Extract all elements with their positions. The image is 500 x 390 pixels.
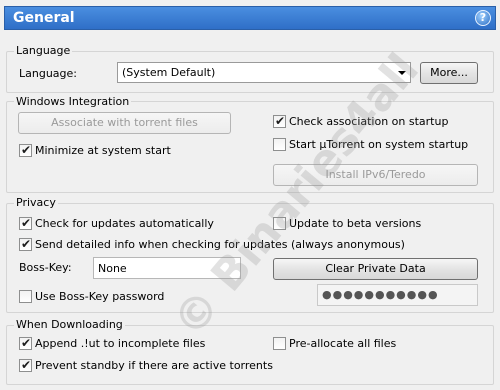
checkmark-icon: ✔ bbox=[275, 114, 286, 128]
privacy-group-title: Privacy bbox=[14, 196, 58, 209]
chevron-down-icon bbox=[398, 71, 406, 75]
boss-key-label: Boss-Key: bbox=[19, 261, 72, 274]
check-updates-checkbox[interactable]: ✔ bbox=[19, 216, 32, 230]
checkmark-icon: ✔ bbox=[21, 143, 32, 157]
language-group-title: Language bbox=[14, 44, 73, 57]
when-downloading-group-title: When Downloading bbox=[14, 318, 125, 331]
append-ut-label: Append .!ut to incomplete files bbox=[35, 337, 206, 350]
more-languages-button[interactable]: More... bbox=[420, 62, 478, 84]
password-mask: ●●●●●●●●●●● bbox=[322, 288, 439, 301]
language-selected-value: (System Default) bbox=[122, 66, 216, 79]
when-downloading-group bbox=[6, 325, 494, 385]
language-label: Language: bbox=[19, 67, 77, 80]
associate-torrent-files-button[interactable]: Associate with torrent files bbox=[18, 112, 231, 134]
start-utorrent-checkbox[interactable] bbox=[273, 138, 286, 151]
panel-header: General ? bbox=[0, 0, 500, 36]
language-select[interactable]: (System Default) bbox=[117, 62, 411, 83]
start-utorrent-label: Start µTorrent on system startup bbox=[289, 138, 469, 151]
checkmark-icon: ✔ bbox=[21, 358, 32, 372]
checkmark-icon: ✔ bbox=[21, 237, 32, 251]
minimize-at-start-label: Minimize at system start bbox=[35, 144, 171, 157]
clear-private-data-button[interactable]: Clear Private Data bbox=[273, 258, 478, 280]
boss-key-value: None bbox=[98, 262, 127, 275]
checkmark-icon: ✔ bbox=[21, 336, 32, 350]
help-icon[interactable]: ? bbox=[475, 10, 491, 26]
preallocate-checkbox[interactable] bbox=[273, 337, 286, 350]
preallocate-label: Pre-allocate all files bbox=[289, 337, 397, 350]
prevent-standby-checkbox[interactable]: ✔ bbox=[19, 358, 32, 372]
check-association-label: Check association on startup bbox=[289, 115, 449, 128]
boss-key-input[interactable]: None bbox=[93, 257, 241, 279]
boss-key-password-field[interactable]: ●●●●●●●●●●● bbox=[317, 284, 478, 306]
page-title: General bbox=[13, 10, 75, 26]
minimize-at-start-checkbox[interactable]: ✔ bbox=[19, 143, 32, 157]
beta-versions-checkbox[interactable] bbox=[273, 217, 286, 230]
beta-versions-label: Update to beta versions bbox=[289, 217, 422, 230]
check-updates-label: Check for updates automatically bbox=[35, 217, 214, 230]
detailed-info-checkbox[interactable]: ✔ bbox=[19, 237, 32, 251]
prevent-standby-label: Prevent standby if there are active torr… bbox=[35, 359, 273, 372]
detailed-info-label: Send detailed info when checking for upd… bbox=[35, 238, 405, 251]
check-association-checkbox[interactable]: ✔ bbox=[273, 114, 286, 128]
header-bar: General ? bbox=[4, 6, 496, 30]
boss-key-password-label: Use Boss-Key password bbox=[35, 290, 165, 303]
append-ut-checkbox[interactable]: ✔ bbox=[19, 336, 32, 350]
windows-integration-group-title: Windows Integration bbox=[14, 95, 132, 108]
boss-key-password-checkbox[interactable] bbox=[19, 290, 32, 303]
checkmark-icon: ✔ bbox=[21, 216, 32, 230]
install-ipv6-button[interactable]: Install IPv6/Teredo bbox=[273, 164, 478, 186]
